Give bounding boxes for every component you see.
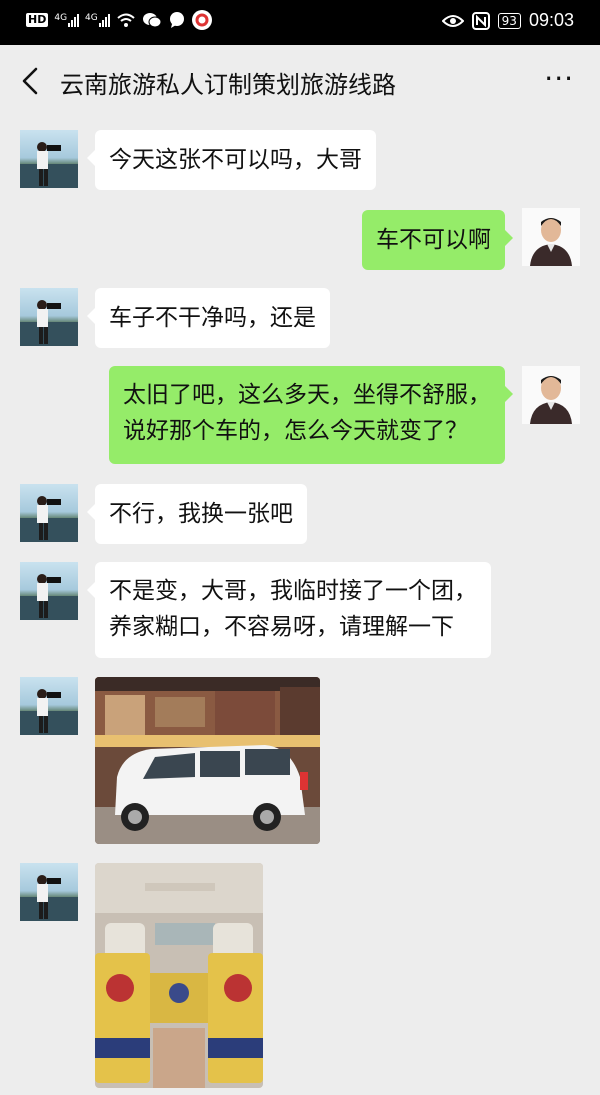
message-text: 今天这张不可以吗，大哥	[109, 147, 362, 173]
app-icon	[191, 10, 212, 30]
clock: 09:03	[528, 10, 574, 30]
self-avatar[interactable]	[522, 366, 580, 424]
message-bubble[interactable]: 不是变，大哥，我临时接了一个团， 养家糊口，不容易呀，请理解一下	[87, 562, 491, 658]
more-options-button[interactable]: ···	[544, 65, 574, 93]
nfc-icon	[471, 11, 490, 30]
message-text: 车子不干净吗，还是	[109, 305, 316, 331]
signal-icon: 4G	[54, 13, 80, 27]
chat-header: 云南旅游私人订制策划旅游线路 ···	[0, 45, 600, 117]
contact-avatar[interactable]	[20, 562, 78, 620]
back-button[interactable]	[14, 61, 50, 101]
van-interior-photo	[95, 863, 263, 1088]
photographer-avatar-image	[20, 300, 78, 346]
message-bubble-self[interactable]: 车不可以啊	[362, 210, 513, 270]
wifi-icon	[117, 13, 135, 27]
image-message-interior[interactable]	[95, 863, 263, 1088]
image-message-van[interactable]	[95, 677, 320, 844]
man-portrait-image	[522, 208, 580, 266]
message-bubble[interactable]: 今天这张不可以吗，大哥	[87, 130, 376, 190]
message-bubble[interactable]: 不行，我换一张吧	[87, 484, 307, 544]
message-text-line: 养家糊口，不容易呀，请理解一下	[109, 614, 454, 640]
eye-icon	[441, 14, 464, 27]
message-text: 不行，我换一张吧	[109, 501, 293, 527]
contact-avatar[interactable]	[20, 677, 78, 735]
message-text-line: 不是变，大哥，我临时接了一个团，	[109, 578, 477, 604]
message-text-line: 说好那个车的，怎么今天就变了？	[123, 418, 468, 444]
chat-title: 云南旅游私人订制策划旅游线路	[60, 71, 396, 99]
signal-icon-2: 4G	[85, 13, 110, 27]
photographer-avatar-image	[20, 496, 78, 542]
photographer-avatar-image	[20, 875, 78, 921]
chat-icon	[169, 12, 184, 28]
contact-avatar[interactable]	[20, 288, 78, 346]
man-portrait-image	[522, 366, 580, 424]
chevron-left-icon	[22, 67, 38, 95]
message-text-line: 太旧了吧，这么多天，坐得不舒服，	[123, 382, 491, 408]
status-bar: HD 4G 4G 93 09:03	[0, 0, 600, 45]
photographer-avatar-image	[20, 689, 78, 735]
photographer-avatar-image	[20, 574, 78, 620]
self-avatar[interactable]	[522, 208, 580, 266]
battery-indicator: 93	[497, 12, 521, 29]
network-label: 4G	[54, 13, 68, 23]
photographer-avatar-image	[20, 142, 78, 188]
contact-avatar[interactable]	[20, 130, 78, 188]
contact-avatar[interactable]	[20, 484, 78, 542]
message-bubble-self[interactable]: 太旧了吧，这么多天，坐得不舒服， 说好那个车的，怎么今天就变了？	[109, 366, 513, 464]
message-text: 车不可以啊	[376, 227, 491, 253]
network-label-2: 4G	[85, 13, 98, 23]
van-photo	[95, 677, 320, 844]
contact-avatar[interactable]	[20, 863, 78, 921]
wechat-icon	[142, 13, 162, 28]
message-bubble[interactable]: 车子不干净吗，还是	[87, 288, 330, 348]
hd-indicator: HD	[26, 13, 49, 27]
